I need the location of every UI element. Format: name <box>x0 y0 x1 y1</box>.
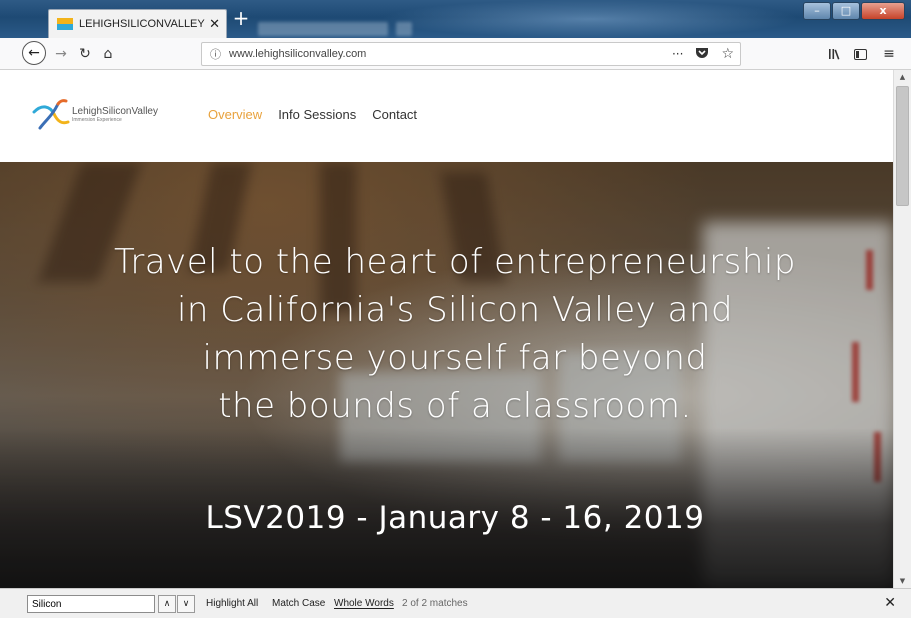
hero-heading-line: Travel to the heart of entrepreneurship <box>114 242 796 282</box>
pocket-icon[interactable] <box>695 47 709 62</box>
hero-banner: Travel to the heart of entrepreneurship … <box>0 162 893 588</box>
scroll-up-arrow-icon[interactable]: ▲ <box>894 70 911 84</box>
match-case-toggle[interactable]: Match Case <box>272 598 325 609</box>
home-icon[interactable]: ⌂ <box>99 38 117 70</box>
url-actions: ··· ☆ <box>672 43 734 65</box>
browser-tab-active[interactable]: LEHIGHSILICONVALLEY - Overview ✕ <box>48 9 227 38</box>
reload-icon[interactable]: ↻ <box>76 38 94 70</box>
find-input[interactable] <box>27 595 155 613</box>
page-scrollbar[interactable]: ▲ ▼ <box>893 70 911 588</box>
find-match-status: 2 of 2 matches <box>402 598 468 609</box>
scroll-down-arrow-icon[interactable]: ▼ <box>894 574 911 588</box>
find-next-button[interactable]: ∨ <box>177 595 195 613</box>
whole-words-toggle[interactable]: Whole Words <box>334 598 394 609</box>
find-bar: ∧ ∨ Highlight All Match Case Whole Words… <box>0 588 911 618</box>
bookmark-star-icon[interactable]: ☆ <box>721 46 734 62</box>
hero-heading-line: the bounds of a classroom. <box>218 386 692 426</box>
hero-heading-line: immerse yourself far beyond <box>202 338 708 378</box>
site-nav: Overview Info Sessions Contact <box>208 107 417 122</box>
nav-toolbar: ← → ↻ ⌂ ⓘ www.lehighsiliconvalley.com ··… <box>0 38 911 70</box>
highlight-all-toggle[interactable]: Highlight All <box>206 598 258 609</box>
logo-mark-icon <box>32 98 70 132</box>
url-bar[interactable]: ⓘ www.lehighsiliconvalley.com ··· ☆ <box>201 42 741 66</box>
background-tab-close[interactable] <box>396 22 412 36</box>
logo-tagline: Immersion Experience <box>72 117 122 123</box>
find-close-icon[interactable]: ✕ <box>884 595 896 611</box>
tab-close-icon[interactable]: ✕ <box>209 18 220 31</box>
page-viewport: LehighSiliconValley Immersion Experience… <box>0 70 893 588</box>
window-titlebar: LEHIGHSILICONVALLEY - Overview ✕ + – □ x <box>0 0 911 38</box>
nav-info-sessions[interactable]: Info Sessions <box>278 107 356 122</box>
find-previous-button[interactable]: ∧ <box>158 595 176 613</box>
sidebar-icon[interactable] <box>851 38 869 70</box>
background-tab[interactable] <box>258 22 388 36</box>
hero-program-dates: LSV2019 - January 8 - 16, 2019 <box>205 500 705 536</box>
hero-heading: Travel to the heart of entrepreneurship … <box>40 238 870 430</box>
back-arrow-icon[interactable]: ← <box>22 41 46 65</box>
forward-arrow-icon[interactable]: → <box>53 38 69 70</box>
minimize-button[interactable]: – <box>803 2 831 20</box>
page-actions-icon[interactable]: ··· <box>672 47 683 61</box>
tab-title: LEHIGHSILICONVALLEY - Overview <box>79 18 205 30</box>
new-tab-button[interactable]: + <box>231 8 251 29</box>
window-controls: – □ x <box>802 2 905 20</box>
maximize-button[interactable]: □ <box>832 2 860 20</box>
titlebar-glow <box>380 0 800 38</box>
scrollbar-thumb[interactable] <box>896 86 909 206</box>
site-logo[interactable]: LehighSiliconValley Immersion Experience <box>32 98 158 132</box>
nav-overview[interactable]: Overview <box>208 107 262 122</box>
hero-heading-line: in California's Silicon Valley and <box>176 290 734 330</box>
info-icon[interactable]: ⓘ <box>210 46 221 62</box>
logo-name: LehighSiliconValley <box>72 106 158 117</box>
menu-icon[interactable]: ≡ <box>880 38 898 70</box>
close-window-button[interactable]: x <box>861 2 905 20</box>
site-favicon-icon <box>57 18 73 30</box>
site-header: LehighSiliconValley Immersion Experience… <box>0 70 893 162</box>
nav-contact[interactable]: Contact <box>372 107 417 122</box>
url-text[interactable]: www.lehighsiliconvalley.com <box>229 48 366 60</box>
library-icon[interactable] <box>826 38 844 70</box>
